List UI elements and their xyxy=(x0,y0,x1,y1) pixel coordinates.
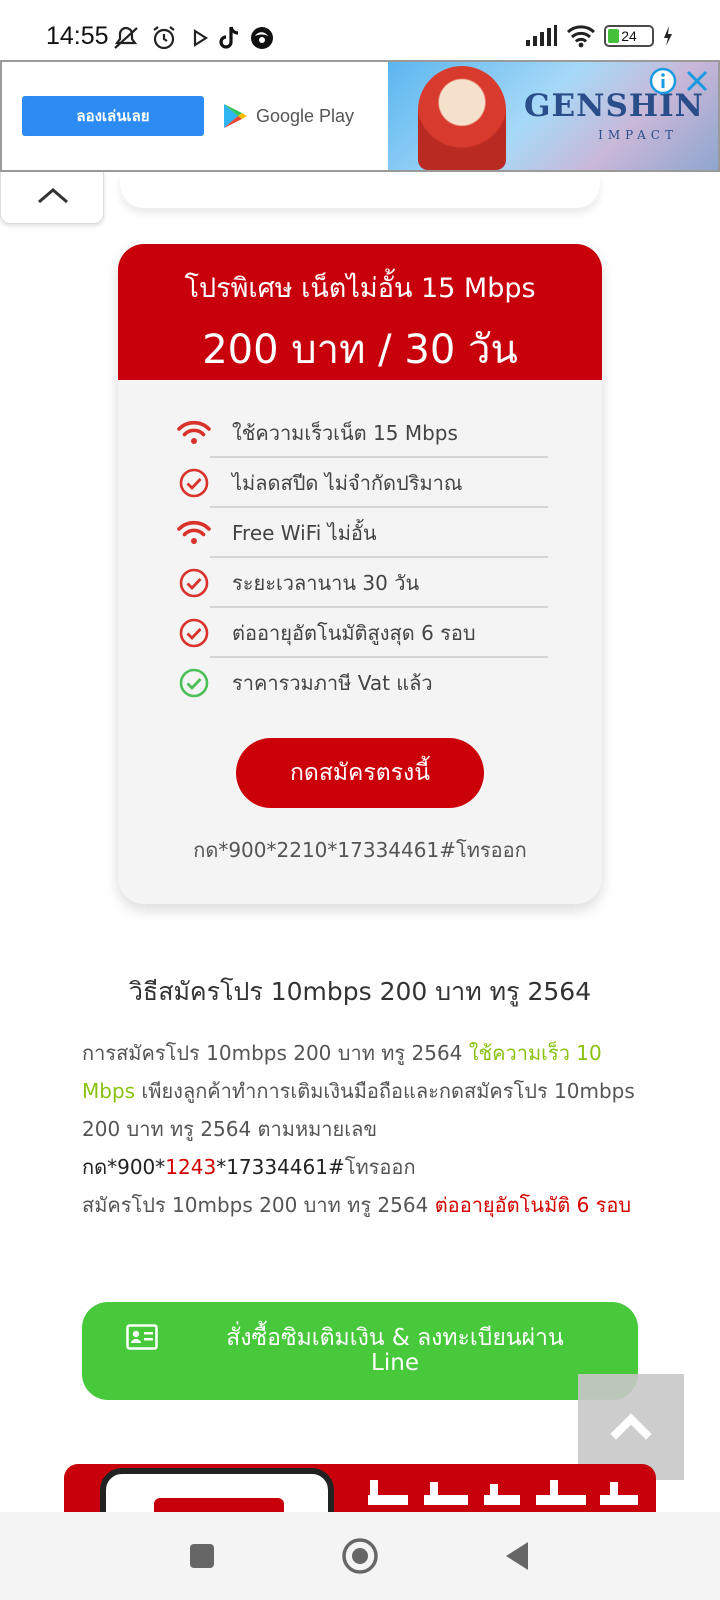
ad-character-image xyxy=(418,66,506,170)
subscribe-button[interactable]: กดสมัครตรงนี้ xyxy=(236,738,484,808)
ussd-prefix: กด*900* xyxy=(82,1155,166,1179)
ad-cta-button[interactable]: ลองเล่นเลย xyxy=(22,96,204,136)
feature-item: ไม่ลดสปีด ไม่จำกัดปริมาณ xyxy=(176,458,602,508)
signal-icon xyxy=(526,25,557,46)
ussd-code: กด*900*2210*17334461#โทรออก xyxy=(193,838,527,862)
ad-banner[interactable]: ลองเล่นเลย Google Play GENSHIN IMPACT xyxy=(0,60,720,172)
check-circle-icon xyxy=(179,468,209,498)
id-card-icon xyxy=(126,1324,158,1350)
check-circle-icon xyxy=(179,568,209,598)
feature-item: ระยะเวลานาน 30 วัน xyxy=(176,558,602,608)
status-bar: 14:55 24 xyxy=(0,0,720,60)
promo-price: 200 บาท / 30 วัน xyxy=(202,327,518,373)
wifi-icon xyxy=(177,420,211,444)
previous-card-edge xyxy=(120,172,600,208)
google-play-badge[interactable]: Google Play xyxy=(222,102,354,130)
article-text: เพียงลูกค้าทำการเติมเงินมือถือและกดสมัคร… xyxy=(82,1079,635,1141)
game-logo-sub: IMPACT xyxy=(598,128,678,142)
recents-icon[interactable] xyxy=(180,1534,224,1578)
article-paragraph: การสมัครโปร 10mbps 200 บาท ทรู 2564 ใช้ค… xyxy=(82,1034,642,1224)
article-text: การสมัครโปร 10mbps 200 บาท ทรู 2564 xyxy=(82,1041,469,1065)
feature-text: ระยะเวลานาน 30 วัน xyxy=(232,571,420,595)
system-nav-bar xyxy=(0,1512,720,1600)
ad-info-icon[interactable] xyxy=(648,66,678,96)
ussd-suffix: *17334461# xyxy=(216,1155,345,1179)
tiktok-icon xyxy=(219,26,239,49)
promo-header: โปรพิเศษ เน็ตไม่อั้น 15 Mbps 200 บาท / 3… xyxy=(118,244,602,380)
wifi-icon xyxy=(177,520,211,544)
article-text: สมัครโปร 10mbps 200 บาท ทรู 2564 xyxy=(82,1193,435,1217)
check-circle-icon xyxy=(179,618,209,648)
battery-level: 24 xyxy=(621,28,637,44)
feature-item: ราคารวมภาษี Vat แล้ว xyxy=(176,658,602,708)
feature-item: ใช้ความเร็วเน็ต 15 Mbps xyxy=(176,408,602,458)
feature-list: ใช้ความเร็วเน็ต 15 Mbps ไม่ลดสปีด ไม่จำกั… xyxy=(118,380,602,708)
status-time: 14:55 xyxy=(46,22,109,50)
feature-item: ต่ออายุอัตโนมัติสูงสุด 6 รอบ xyxy=(176,608,602,658)
ussd-tail: โทรออก xyxy=(344,1155,416,1179)
ussd-highlight: 1243 xyxy=(165,1155,217,1179)
feature-item: Free WiFi ไม่อั้น xyxy=(176,508,602,558)
google-play-label: Google Play xyxy=(256,105,355,126)
promo-title: โปรพิเศษ เน็ตไม่อั้น 15 Mbps xyxy=(184,273,536,304)
feature-text: Free WiFi ไม่อั้น xyxy=(232,521,377,545)
line-button-label-2: Line xyxy=(371,1350,419,1376)
back-icon[interactable] xyxy=(496,1534,540,1578)
feature-text: ต่ออายุอัตโนมัติสูงสุด 6 รอบ xyxy=(232,621,476,645)
article-heading: วิธีสมัครโปร 10mbps 200 บาท ทรู 2564 xyxy=(128,977,592,1006)
dnd-icon xyxy=(114,26,138,49)
collapse-ad-button[interactable] xyxy=(0,172,104,224)
google-play-icon xyxy=(224,104,247,128)
feature-text: ใช้ความเร็วเน็ต 15 Mbps xyxy=(232,421,458,445)
feature-text: ไม่ลดสปีด ไม่จำกัดปริมาณ xyxy=(232,471,463,495)
alarm-icon xyxy=(153,26,175,50)
play-icon xyxy=(193,28,209,48)
promo-card: โปรพิเศษ เน็ตไม่อั้น 15 Mbps 200 บาท / 3… xyxy=(118,244,602,904)
browser-icon xyxy=(251,27,273,49)
battery-icon: 24 xyxy=(604,25,654,47)
renewal-highlight: ต่ออายุอัตโนมัติ 6 รอบ xyxy=(434,1193,632,1217)
ad-close-icon[interactable] xyxy=(682,66,712,96)
charging-icon xyxy=(664,26,672,46)
check-circle-icon xyxy=(179,668,209,698)
feature-text: ราคารวมภาษี Vat แล้ว xyxy=(232,671,433,695)
home-icon[interactable] xyxy=(338,1534,382,1578)
chevron-up-icon xyxy=(38,188,68,204)
line-order-button[interactable]: สั่งซื้อซิมเติมเงิน & ลงทะเบียนผ่าน Line xyxy=(82,1302,638,1400)
wifi-icon xyxy=(566,25,596,48)
